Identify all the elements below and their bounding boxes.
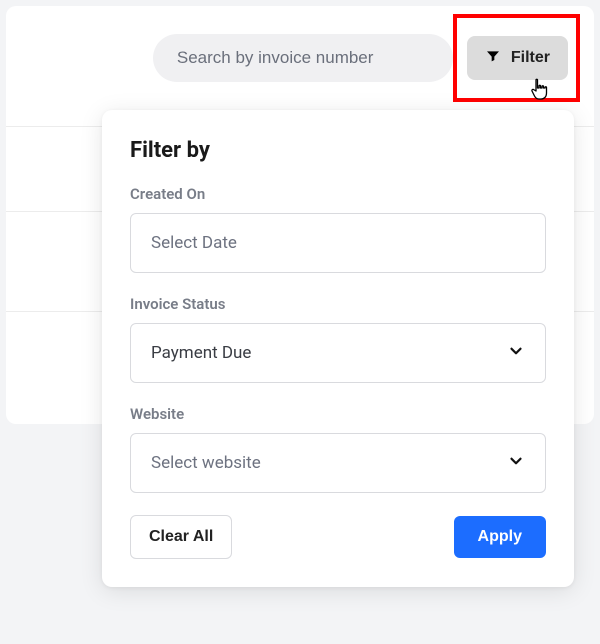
- invoice-status-label: Invoice Status: [130, 295, 546, 313]
- website-label: Website: [130, 405, 546, 423]
- apply-button[interactable]: Apply: [454, 516, 546, 558]
- created-on-label: Created On: [130, 185, 546, 203]
- clear-all-button[interactable]: Clear All: [130, 515, 232, 559]
- filter-popover: Filter by Created On Select Date Invoice…: [102, 110, 574, 587]
- search-input-wrapper[interactable]: [153, 34, 453, 82]
- website-value: Select website: [151, 453, 261, 473]
- filter-button-label: Filter: [511, 49, 550, 67]
- filter-group-invoice-status: Invoice Status Payment Due: [130, 295, 546, 383]
- filter-group-created-on: Created On Select Date: [130, 185, 546, 273]
- invoice-status-field[interactable]: Payment Due: [130, 323, 546, 383]
- invoice-card: Filter Filter by Created On Select Date: [6, 6, 594, 424]
- filter-group-website: Website Select website: [130, 405, 546, 493]
- search-input[interactable]: [177, 48, 429, 68]
- cursor-pointer-icon: [529, 78, 551, 106]
- toolbar: Filter: [6, 6, 594, 82]
- filter-footer: Clear All Apply: [130, 515, 546, 559]
- created-on-value: Select Date: [151, 233, 237, 253]
- invoice-status-value: Payment Due: [151, 343, 251, 363]
- chevron-down-icon: [507, 342, 525, 365]
- filter-button[interactable]: Filter: [467, 36, 568, 80]
- created-on-field[interactable]: Select Date: [130, 213, 546, 273]
- chevron-down-icon: [507, 452, 525, 475]
- website-field[interactable]: Select website: [130, 433, 546, 493]
- filter-popover-title: Filter by: [130, 138, 546, 163]
- filter-icon: [485, 48, 501, 69]
